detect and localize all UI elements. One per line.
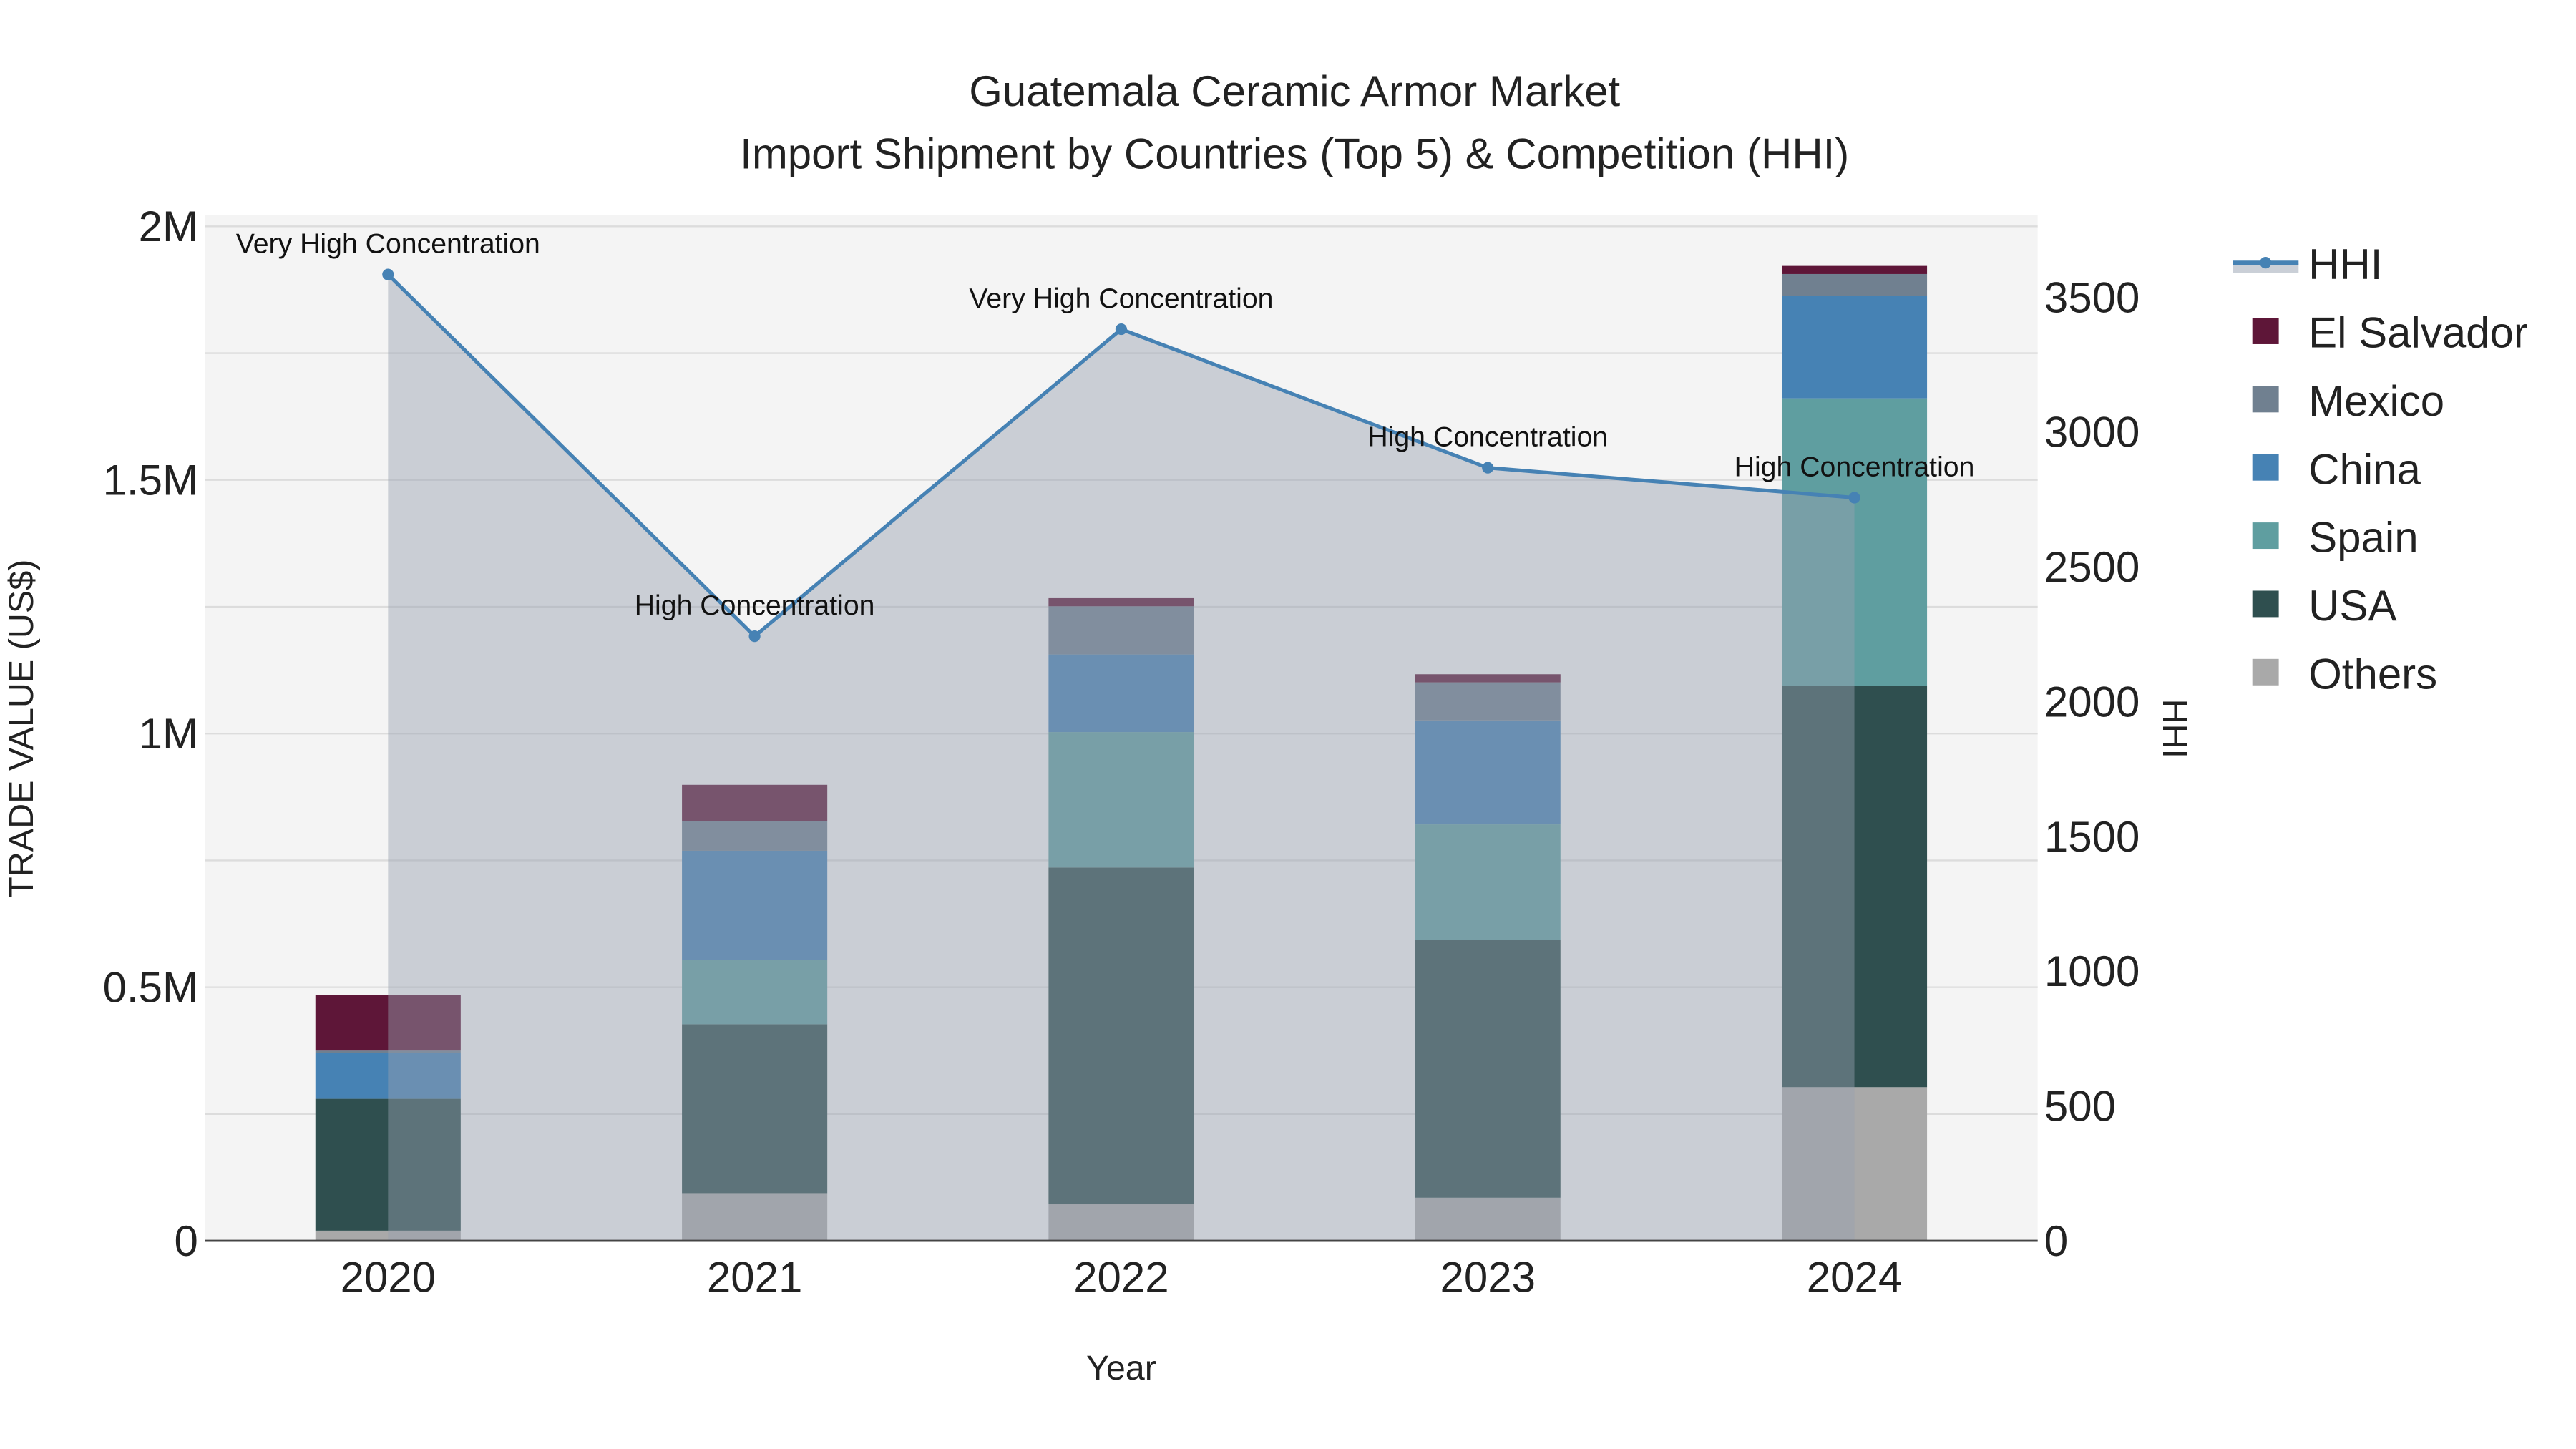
y-tick-label: 1M [139, 710, 198, 758]
legend-item-spain[interactable]: Spain [2252, 514, 2419, 562]
y-tick-label: 1.5M [103, 457, 198, 504]
legend-item-china[interactable]: China [2252, 445, 2421, 493]
y-tick-label: 2M [139, 203, 198, 250]
hhi-annotation: High Concentration [1367, 421, 1608, 453]
bar-china-2024[interactable] [1782, 296, 1928, 399]
legend-swatch [2252, 522, 2279, 550]
legend-label: HHI [2308, 240, 2382, 288]
legend-marker [2260, 257, 2272, 269]
y2-tick-label: 2500 [2044, 543, 2140, 591]
legend-item-others[interactable]: Others [2252, 650, 2437, 698]
legend-item-mexico[interactable]: Mexico [2252, 377, 2444, 425]
y-axis-label: TRADE VALUE (US$) [2, 560, 41, 898]
y2-tick-label: 1500 [2044, 813, 2140, 861]
legend-swatch [2252, 590, 2279, 618]
chart-title: Guatemala Ceramic Armor Market [969, 67, 1620, 115]
chart: 0 0.5M 1M 1.5M 2M 0 500 1000 1500 2000 2500 3000 350… [2, 67, 2528, 1387]
legend-label: Spain [2308, 514, 2418, 562]
hhi-annotation: High Concentration [635, 590, 875, 621]
bar-el-salvador-2024[interactable] [1782, 265, 1928, 274]
legend-label: Mexico [2308, 377, 2444, 425]
x-tick-label: 2022 [1073, 1254, 1169, 1302]
hhi-annotation: Very High Concentration [236, 228, 540, 260]
hhi-point-2021[interactable] [748, 630, 761, 643]
y-tick-label: 0 [175, 1217, 198, 1265]
y2-axis-label: HHI [2155, 699, 2194, 759]
y2-tick-label: 3000 [2044, 409, 2140, 457]
legend-swatch [2252, 386, 2279, 413]
hhi-annotation: Very High Concentration [969, 283, 1273, 314]
y2-tick-label: 3500 [2044, 273, 2140, 321]
hhi-point-2024[interactable] [1848, 492, 1860, 504]
legend-item-el-salvador[interactable]: El Salvador [2252, 309, 2528, 357]
x-tick-label: 2024 [1807, 1254, 1902, 1302]
legend-label: El Salvador [2308, 309, 2528, 357]
legend-label: Others [2308, 650, 2437, 698]
chart-subtitle: Import Shipment by Countries (Top 5) & C… [740, 130, 1849, 178]
legend-item-usa[interactable]: USA [2252, 582, 2397, 630]
legend-swatch [2252, 658, 2279, 686]
x-tick-label: 2021 [707, 1254, 802, 1302]
hhi-point-2020[interactable] [382, 268, 394, 280]
legend-item-hhi[interactable]: HHI [2232, 240, 2382, 288]
y2-tick-label: 500 [2044, 1082, 2116, 1130]
y2-tick-label: 1000 [2044, 947, 2140, 995]
x-tick-label: 2020 [341, 1254, 436, 1302]
x-tick-label: 2023 [1440, 1254, 1536, 1302]
legend-swatch [2252, 318, 2279, 344]
hhi-point-2023[interactable] [1482, 462, 1494, 474]
legend-label: USA [2308, 582, 2396, 630]
legend-label: China [2308, 445, 2421, 493]
hhi-point-2022[interactable] [1115, 323, 1127, 336]
x-axis-label: Year [1086, 1349, 1156, 1387]
y-tick-label: 0.5M [103, 963, 198, 1011]
bar-mexico-2024[interactable] [1782, 273, 1928, 296]
hhi-annotation: High Concentration [1735, 451, 1975, 482]
y2-tick-label: 0 [2044, 1217, 2068, 1265]
legend-swatch [2252, 454, 2279, 481]
y2-tick-label: 2000 [2044, 678, 2140, 726]
